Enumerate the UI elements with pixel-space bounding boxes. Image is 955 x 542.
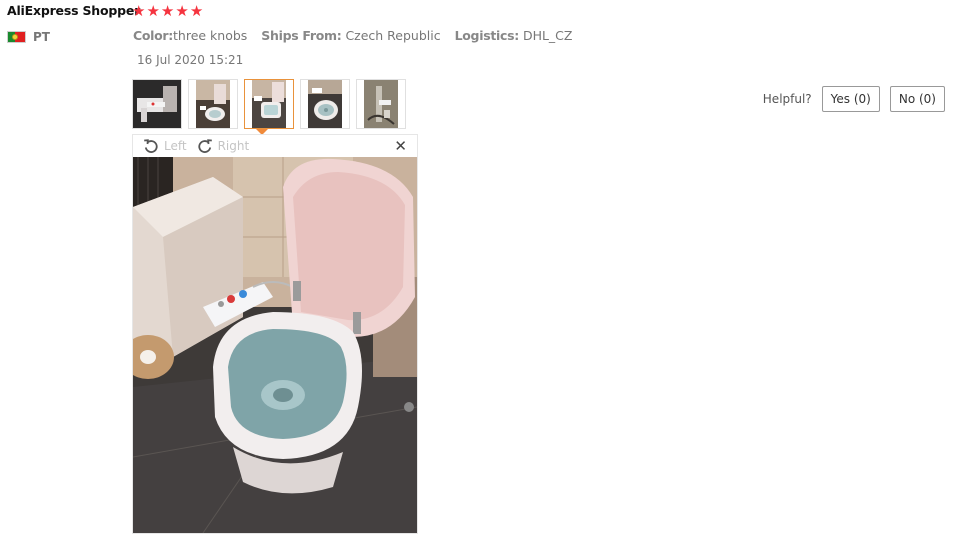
thumbnail-image xyxy=(308,80,342,128)
thumbnail-image xyxy=(252,80,286,128)
rotate-right-button[interactable]: Right xyxy=(197,138,250,154)
thumbnail-image xyxy=(133,80,181,128)
attribute-logistics: Logistics: DHL_CZ xyxy=(455,28,573,43)
star-icon: ★ xyxy=(160,2,175,20)
attribute-label: Ships From: xyxy=(261,28,342,43)
thumbnail-2[interactable] xyxy=(188,79,238,129)
attribute-label: Color: xyxy=(133,28,173,43)
image-viewer: Left Right ✕ xyxy=(132,134,418,534)
star-icon: ★ xyxy=(132,2,146,20)
thumbnail-3[interactable] xyxy=(244,79,294,129)
rotate-left-icon xyxy=(144,139,158,153)
attribute-value: Czech Republic xyxy=(345,28,441,43)
portugal-flag-icon xyxy=(7,31,26,43)
attribute-value: DHL_CZ xyxy=(522,28,573,43)
thumbnail-1[interactable] xyxy=(132,79,182,129)
viewer-toolbar: Left Right ✕ xyxy=(133,135,417,157)
rotate-right-icon xyxy=(198,139,212,153)
star-icon: ★ xyxy=(146,2,160,20)
star-icon: ★ xyxy=(189,2,204,20)
attribute-label: Logistics: xyxy=(454,28,520,43)
attribute-ships-from: Ships From: Czech Republic xyxy=(261,28,444,43)
attribute-color: Color:three knobs xyxy=(133,28,251,43)
helpful-yes-button[interactable]: Yes (0) xyxy=(821,86,880,112)
review-attributes: Color:three knobs Ships From: Czech Repu… xyxy=(133,28,582,43)
rotate-left-button[interactable]: Left xyxy=(143,138,187,154)
thumbnail-image xyxy=(196,80,230,128)
reviewer-name: AliExpress Shopper xyxy=(7,3,141,18)
helpful-section: Helpful? Yes (0) No (0) xyxy=(763,86,945,112)
photo-thumbnails xyxy=(132,79,406,129)
attribute-value: three knobs xyxy=(173,28,248,43)
star-icon: ★ xyxy=(175,2,189,20)
review-date: 16 Jul 2020 15:21 xyxy=(137,53,244,67)
country-code: PT xyxy=(33,30,50,44)
close-icon[interactable]: ✕ xyxy=(394,137,407,155)
thumbnail-4[interactable] xyxy=(300,79,350,129)
thumbnail-image xyxy=(364,80,398,128)
helpful-no-button[interactable]: No (0) xyxy=(889,86,945,112)
rotate-right-label: Right xyxy=(217,139,250,153)
thumbnail-5[interactable] xyxy=(356,79,406,129)
rotate-left-label: Left xyxy=(164,139,187,153)
review-photo xyxy=(133,157,417,533)
star-rating: ★ ★ ★ ★ ★ xyxy=(132,2,203,20)
helpful-label: Helpful? xyxy=(762,92,812,106)
